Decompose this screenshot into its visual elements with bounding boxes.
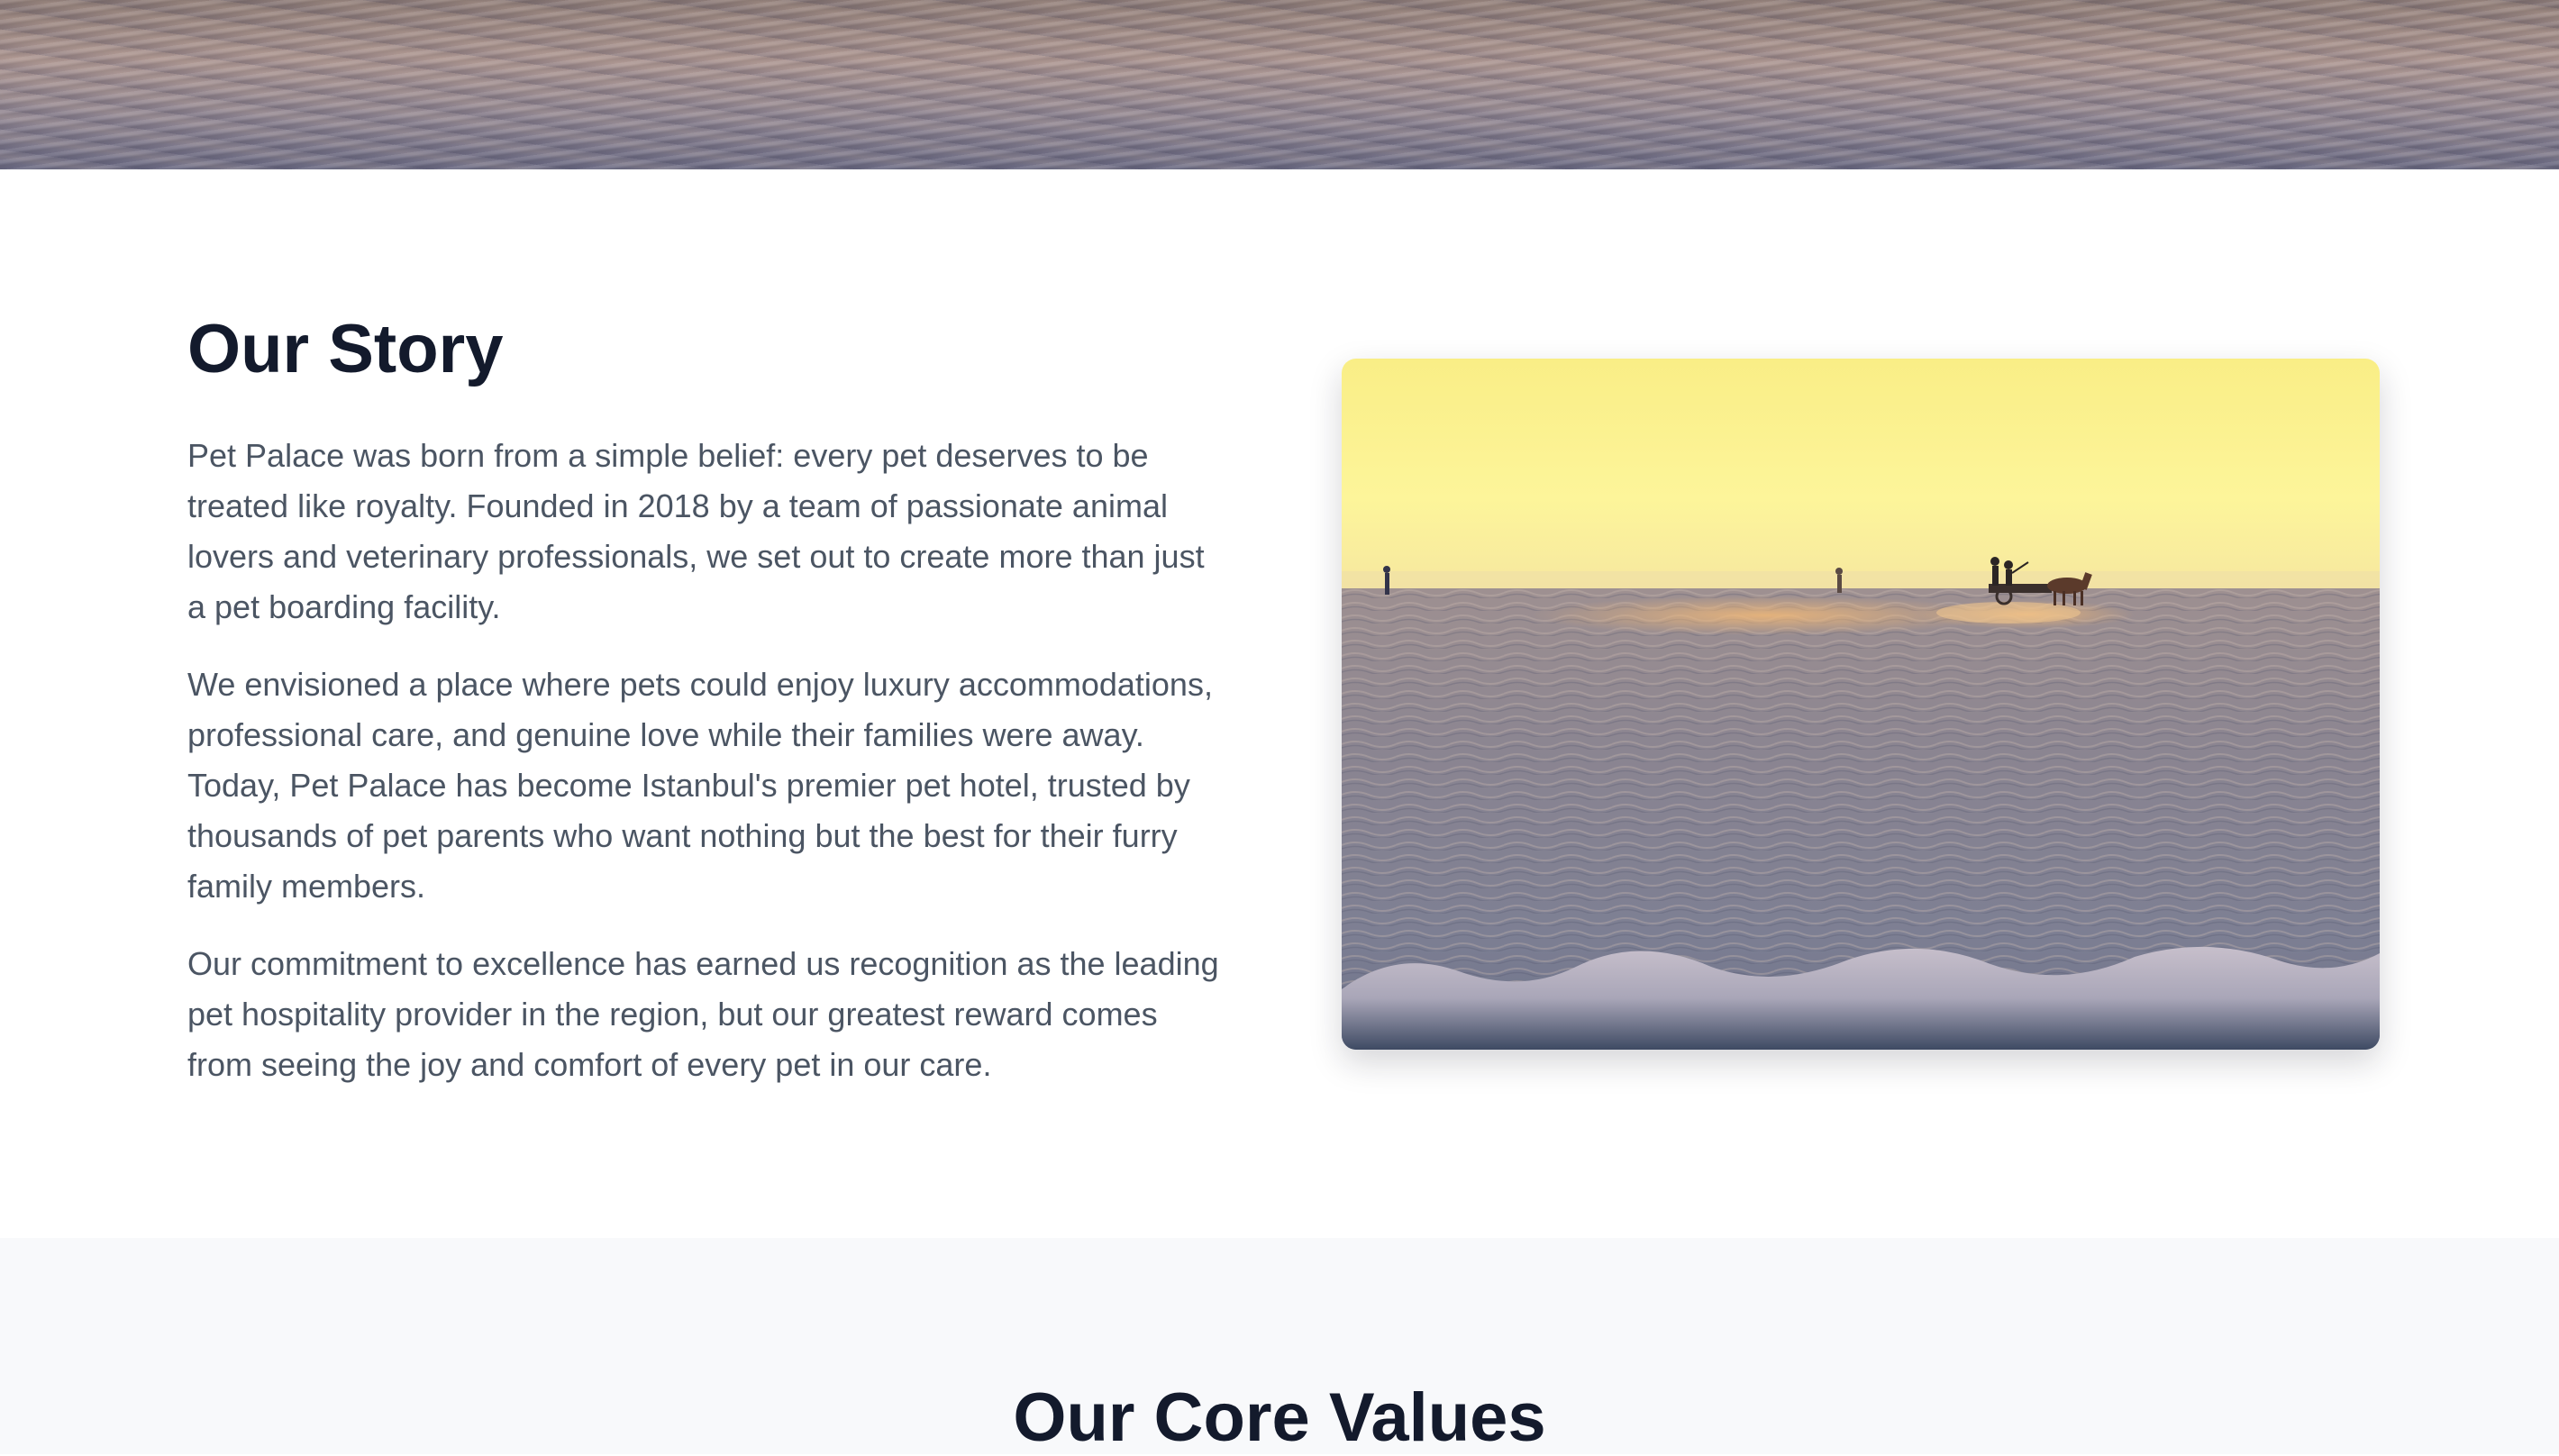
story-photo bbox=[1342, 359, 2380, 1050]
story-paragraph-1: Pet Palace was born from a simple belief… bbox=[187, 437, 1205, 625]
core-values-title: Our Core Values bbox=[1013, 1379, 1546, 1456]
story-title: Our Story bbox=[187, 311, 504, 387]
core-values-section: Our Core Values bbox=[0, 1238, 2559, 1456]
story-paragraph-3: Our commitment to excellence has earned … bbox=[187, 945, 1219, 1083]
story-paragraph-2: We envisioned a place where pets could e… bbox=[187, 666, 1213, 905]
story-text: Pet Palace was born from a simple belief… bbox=[187, 431, 1224, 1117]
our-story-section: Our Story Pet Palace was born from a sim… bbox=[0, 169, 2559, 1238]
hero-banner-image bbox=[0, 0, 2559, 169]
